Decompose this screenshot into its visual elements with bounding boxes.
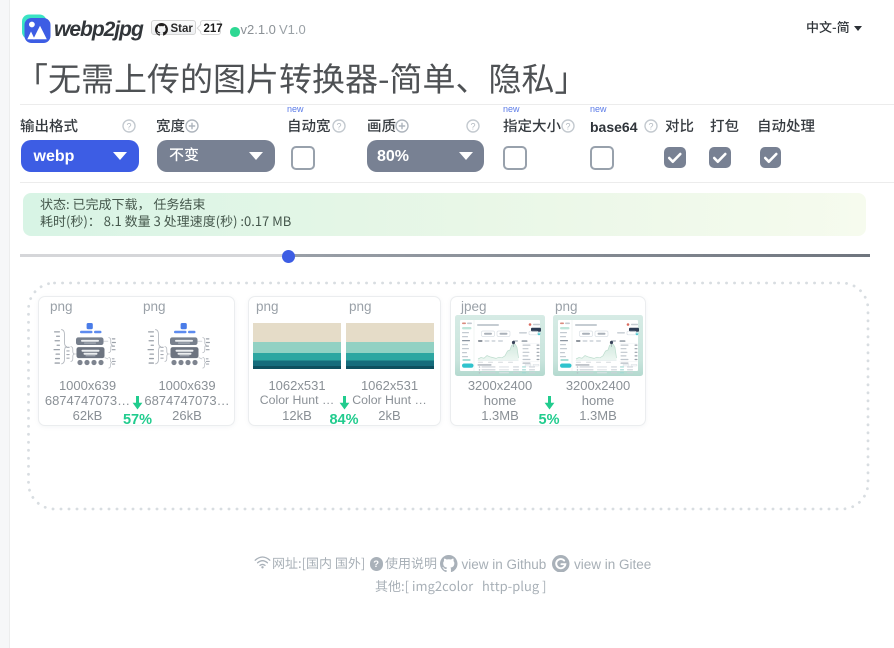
svg-text:?: ? xyxy=(565,121,570,131)
svg-text:?: ? xyxy=(126,121,131,131)
svg-text:?: ? xyxy=(470,121,475,131)
svg-text:?: ? xyxy=(648,121,653,131)
svg-text:?: ? xyxy=(336,121,341,131)
